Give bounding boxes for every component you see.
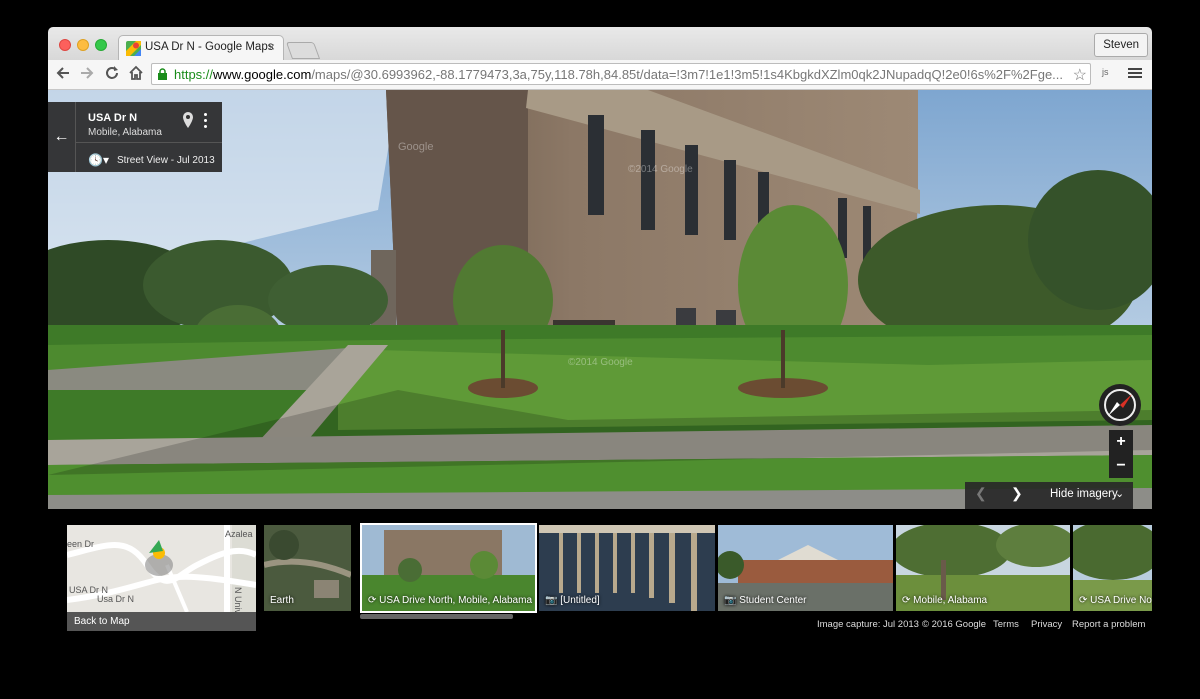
back-icon[interactable] [53, 65, 73, 85]
chevron-down-icon[interactable]: ⌄ [1115, 487, 1124, 500]
report-problem-link[interactable]: Report a problem [1072, 619, 1145, 630]
strip-scrollbar[interactable] [360, 614, 513, 619]
lock-icon [158, 68, 167, 80]
prev-image-icon[interactable]: ❮ [975, 485, 987, 502]
forward-icon[interactable] [77, 65, 97, 85]
copyright-text: © 2016 Google [922, 619, 987, 630]
thumbnail-label: ⟳ Mobile, Alabama [902, 595, 988, 606]
thumbnail-mobile-alabama[interactable]: ⟳ Mobile, Alabama [896, 525, 1070, 611]
compass-icon[interactable] [1099, 384, 1141, 426]
browser-menu-icon[interactable] [1128, 66, 1142, 80]
thumbnail-label: ⟳ USA Drive No [1079, 595, 1152, 606]
tab-close-icon[interactable]: × [268, 40, 275, 54]
watermark-google: Google [398, 141, 433, 153]
privacy-link[interactable]: Privacy [1031, 619, 1062, 630]
imagery-strip: Azalea een Dr USA Dr N Usa Dr N N Univ B… [48, 509, 1152, 652]
address-bar[interactable]: https://www.google.com/maps/@30.6993962,… [151, 63, 1091, 85]
browser-window: USA Dr N - Google Maps × Steven https://… [48, 27, 1152, 652]
extension-label: js [1102, 67, 1109, 77]
road-label-een-dr: een Dr [67, 539, 94, 549]
road-label-azalea: Azalea [225, 529, 253, 539]
url-text: https://www.google.com/maps/@30.6993962,… [174, 67, 1064, 82]
zoom-in-button[interactable]: + [1109, 430, 1133, 454]
road-label-usa-dr-n-2: Usa Dr N [97, 594, 134, 604]
history-clock-icon[interactable]: 🕓▾ [88, 153, 109, 167]
google-maps-favicon-icon [126, 41, 141, 56]
location-title: USA Dr N [88, 112, 138, 124]
thumbnail-untitled[interactable]: 📷 [Untitled] [539, 525, 715, 611]
minimap: Azalea een Dr USA Dr N Usa Dr N N Univ [66, 525, 258, 615]
minimize-window-button[interactable] [77, 39, 89, 51]
thumbnail-usa-drive-no[interactable]: ⟳ USA Drive No [1073, 525, 1152, 611]
thumbnail-student-center[interactable]: 📷 Student Center [718, 525, 893, 611]
card-divider [76, 142, 222, 143]
tab-bar: USA Dr N - Google Maps × Steven [48, 27, 1152, 61]
browser-toolbar: https://www.google.com/maps/@30.6993962,… [48, 60, 1152, 90]
extension-icon[interactable]: js [1102, 67, 1118, 83]
back-arrow-icon[interactable]: ← [48, 102, 76, 172]
thumbnail-label: 📷 Student Center [724, 595, 807, 606]
bookmark-star-icon[interactable]: ☆ [1073, 65, 1087, 85]
thumbnail-usa-drive-north[interactable]: ⟳ USA Drive North, Mobile, Alabama [360, 523, 537, 613]
thumbnail-label: ⟳ USA Drive North, Mobile, Alabama [368, 595, 533, 606]
road-label-n-univ: N Univ [233, 587, 243, 612]
hide-imagery-button[interactable]: Hide imagery [1050, 488, 1118, 500]
thumbnail-earth[interactable]: Earth [264, 525, 351, 611]
zoom-window-button[interactable] [95, 39, 107, 51]
zoom-controls: + − [1109, 430, 1133, 478]
thumbnail-label: Earth [270, 595, 294, 606]
map-pin-icon[interactable] [182, 112, 194, 128]
back-to-map-thumbnail[interactable]: Azalea een Dr USA Dr N Usa Dr N N Univ B… [66, 525, 258, 631]
watermark-copyright-1: ©2014 Google [628, 164, 693, 175]
new-tab-button[interactable] [285, 42, 321, 59]
terms-link[interactable]: Terms [993, 619, 1019, 630]
more-options-icon[interactable] [204, 113, 208, 131]
street-view-info-card: ← USA Dr N Mobile, Alabama 🕓▾ Street Vie… [48, 102, 222, 172]
home-icon[interactable] [126, 65, 146, 85]
profile-button[interactable]: Steven [1094, 33, 1148, 57]
tab-google-maps[interactable]: USA Dr N - Google Maps × [118, 35, 284, 61]
imagery-controls: ❮ ❯ Hide imagery ⌄ [965, 482, 1133, 509]
thumbnail-label: 📷 [Untitled] [545, 595, 600, 606]
reload-icon[interactable] [102, 65, 122, 85]
next-image-icon[interactable]: ❯ [1011, 485, 1023, 502]
image-capture-date: Image capture: Jul 2013 [817, 619, 919, 630]
watermark-copyright-2: ©2014 Google [568, 357, 633, 368]
street-view-panorama[interactable]: Google ©2014 Google ©2014 Google ← USA D… [48, 90, 1152, 509]
street-view-date: Street View - Jul 2013 [117, 155, 215, 166]
location-subtitle: Mobile, Alabama [88, 127, 162, 138]
zoom-out-button[interactable]: − [1109, 454, 1133, 478]
close-window-button[interactable] [59, 39, 71, 51]
tab-title: USA Dr N - Google Maps [145, 41, 274, 53]
back-to-map-label: Back to Map [67, 612, 256, 631]
